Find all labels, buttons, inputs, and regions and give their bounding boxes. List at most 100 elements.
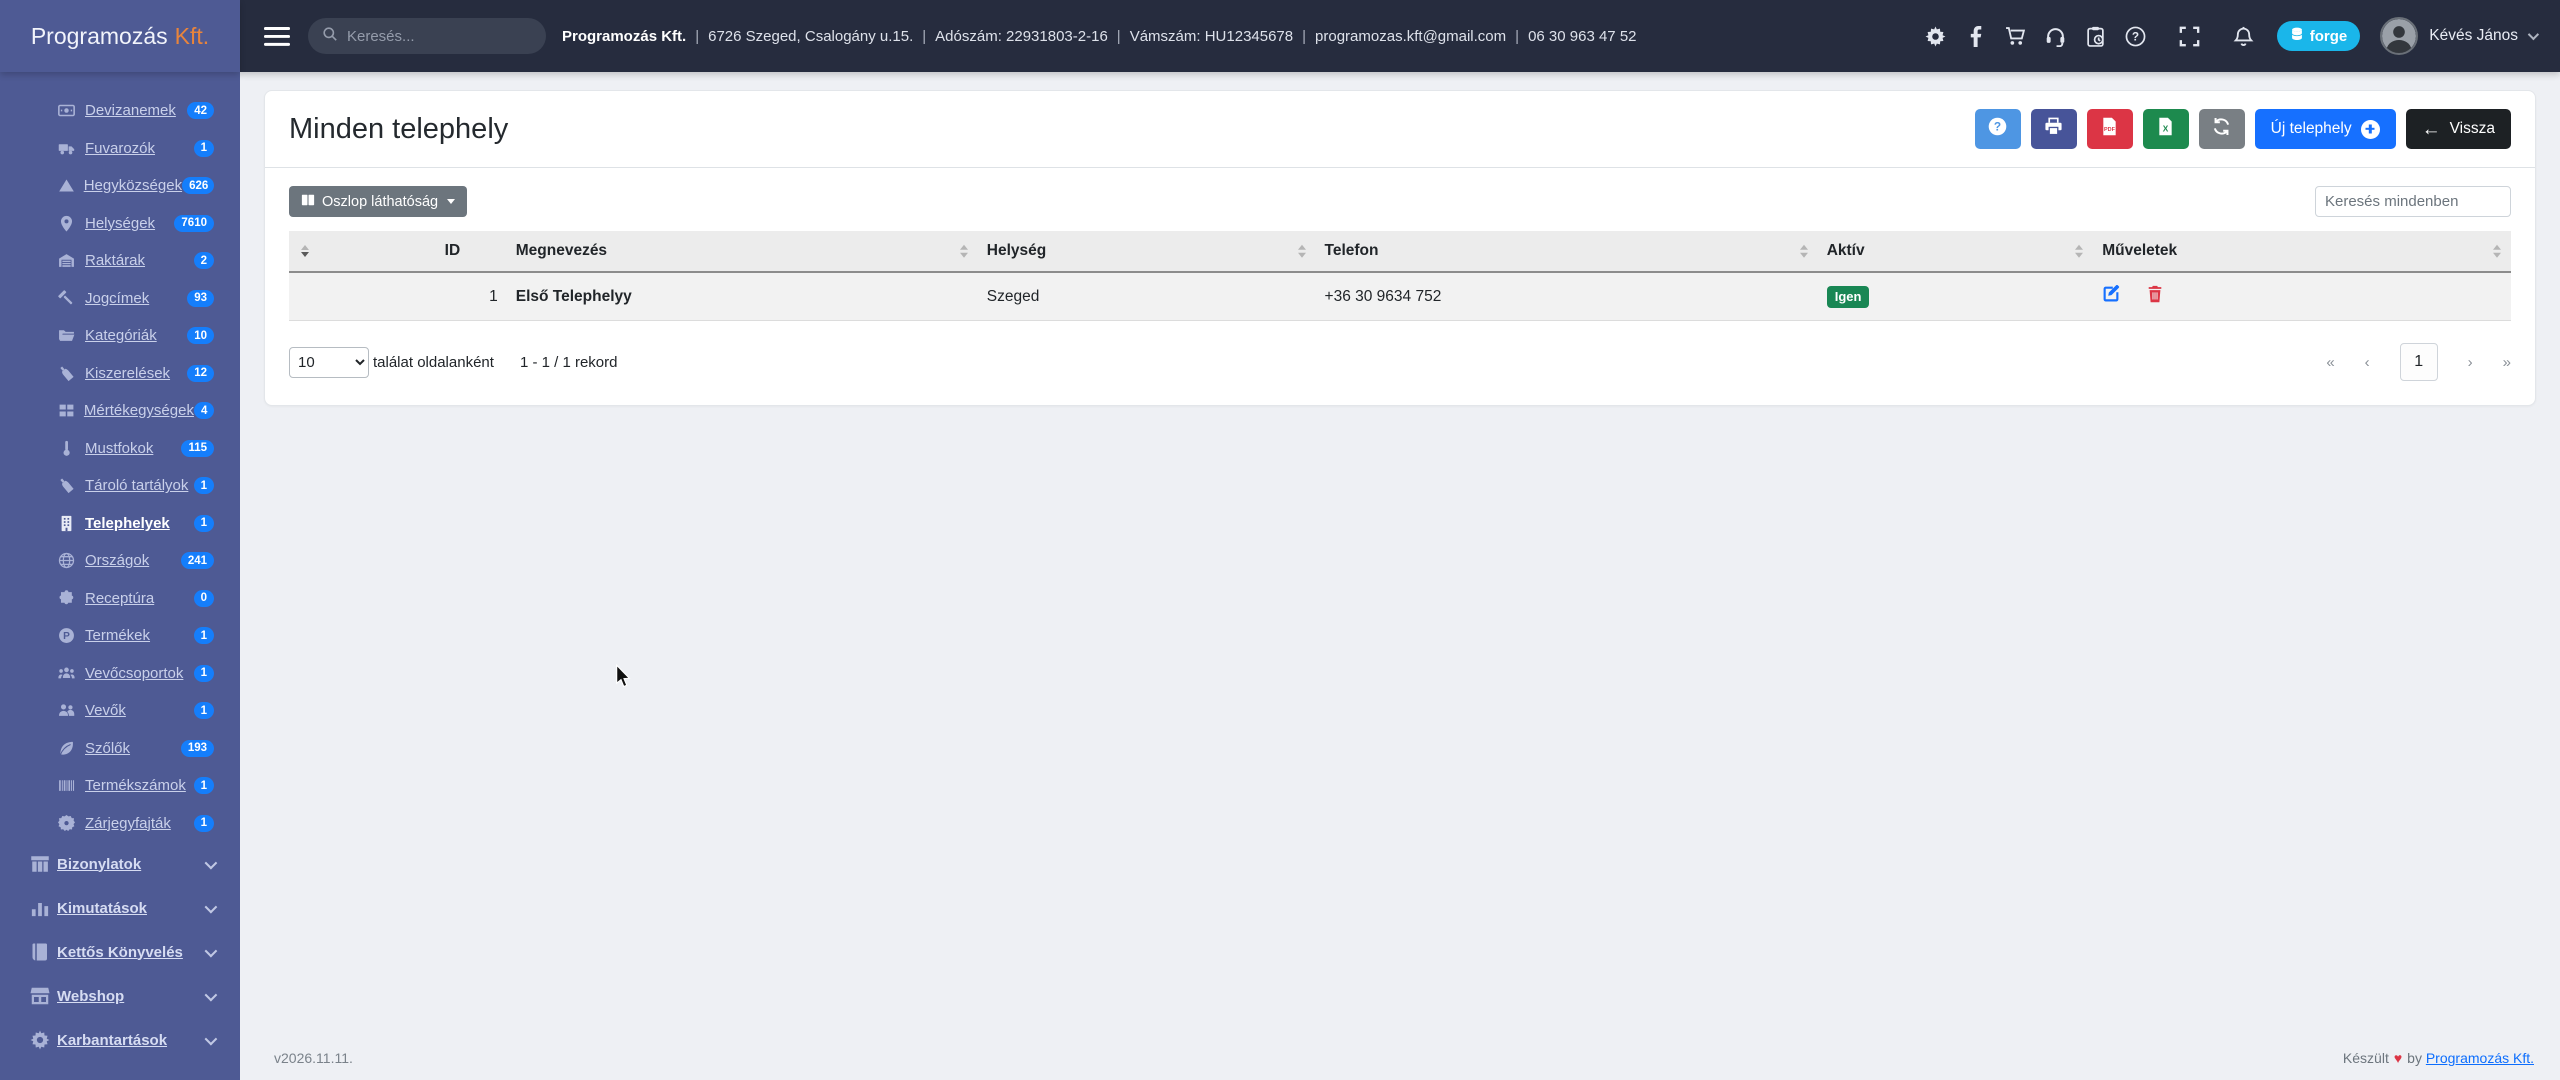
sidebar-item-mertekegysegek[interactable]: Mértékegységek 4 <box>0 392 240 430</box>
sidebar-item-jogcimek[interactable]: Jogcímek 93 <box>0 280 240 318</box>
sidebar-item-vevocsoportok[interactable]: Vevőcsoportok 1 <box>0 655 240 693</box>
company-link[interactable]: Programozás Kft. <box>2426 1050 2534 1066</box>
sort-icon[interactable] <box>1297 244 1306 258</box>
bar-chart-icon <box>30 899 50 917</box>
brand-name: Programozás <box>30 22 168 49</box>
sidebar-group-karbantartasok[interactable]: Karbantartások <box>0 1018 240 1062</box>
cart-icon[interactable] <box>2005 25 2027 47</box>
sidebar-group-label: Bizonylatok <box>57 855 142 873</box>
company-info-segment: Adószám: 22931803-2-16 <box>935 27 1108 45</box>
svg-text:PDF: PDF <box>2104 127 2116 133</box>
column-visibility-button[interactable]: Oszlop láthatóság <box>289 186 468 217</box>
user-menu[interactable]: Kévés János <box>2429 27 2540 45</box>
avatar[interactable] <box>2380 17 2419 55</box>
gavel-icon <box>58 289 78 307</box>
column-header-aktiv[interactable]: Aktív <box>1817 231 2094 273</box>
sidebar-group-label: Webshop <box>57 987 125 1005</box>
sidebar-item-label: Termékek <box>85 627 151 645</box>
app-window: Programozás Kft. Devizanemek 42 Fuvarozók 1… <box>0 0 2560 1080</box>
sort-column-header[interactable] <box>289 231 436 273</box>
forge-badge[interactable]: forge <box>2276 21 2361 51</box>
sidebar-item-zarjegyfajtak[interactable]: Zárjegyfajták 1 <box>0 805 240 843</box>
fullscreen-icon[interactable] <box>2179 25 2201 47</box>
headset-icon[interactable] <box>2045 25 2067 47</box>
sidebar-item-orszagok[interactable]: Országok 241 <box>0 542 240 580</box>
help-button[interactable]: ? <box>1974 109 2021 149</box>
first-page-button[interactable]: « <box>2326 354 2334 371</box>
sidebar-item-label: Vevők <box>85 702 126 720</box>
count-badge: 4 <box>193 402 214 420</box>
bell-icon[interactable] <box>2233 25 2255 47</box>
last-page-button[interactable]: » <box>2503 354 2511 371</box>
column-header-megnevezes[interactable]: Megnevezés <box>506 231 978 273</box>
sidebar-group-kettos-konyveles[interactable]: Kettős Könyvelés <box>0 930 240 974</box>
refresh-button[interactable] <box>2198 109 2245 149</box>
sidebar-group-webshop[interactable]: Webshop <box>0 974 240 1018</box>
gear-icon[interactable] <box>1925 25 1947 47</box>
sidebar-nav: Devizanemek 42 Fuvarozók 1 Hegyközségek 626 He… <box>0 72 240 1080</box>
book-icon <box>30 943 50 961</box>
chevron-down-icon <box>204 988 218 1001</box>
sidebar-item-label: Raktárak <box>85 252 146 270</box>
brand[interactable]: Programozás Kft. <box>0 0 240 72</box>
sidebar-item-termekszamok[interactable]: Termékszámok 1 <box>0 767 240 805</box>
users-group-icon <box>58 664 78 682</box>
export-pdf-button[interactable]: PDF <box>2086 109 2133 149</box>
sidebar-item-termekek[interactable]: P Termékek 1 <box>0 617 240 655</box>
sort-icon[interactable] <box>301 244 309 258</box>
help-circle-icon[interactable]: ? <box>2125 25 2147 47</box>
top-navbar: Programozás Kft. | 6726 Szeged, Csalogány … <box>240 0 2560 72</box>
sort-icon[interactable] <box>1799 244 1808 258</box>
edit-icon[interactable] <box>2102 284 2120 308</box>
company-name: Programozás Kft. <box>562 27 687 45</box>
sidebar-item-helysegek[interactable]: Helységek 7610 <box>0 205 240 243</box>
svg-text:P: P <box>63 631 70 642</box>
column-header-muveletek[interactable]: Műveletek <box>2093 231 2511 273</box>
sidebar-item-receptura[interactable]: Receptúra 0 <box>0 580 240 618</box>
sidebar-group-bizonylatok[interactable]: Bizonylatok <box>0 842 240 886</box>
current-page-button[interactable]: 1 <box>2399 343 2438 381</box>
sidebar-item-hegykozsegek[interactable]: Hegyközségek 626 <box>0 167 240 205</box>
banknote-icon <box>58 102 78 120</box>
gear-side-icon <box>30 1030 50 1050</box>
sidebar-item-kiszerelesek[interactable]: Kiszerelések 12 <box>0 355 240 393</box>
sort-icon[interactable] <box>2493 244 2501 258</box>
column-header-telefon[interactable]: Telefon <box>1315 231 1818 273</box>
table-row[interactable]: 1 Első Telephelyy Szeged +36 30 9634 752… <box>289 272 2511 321</box>
sidebar-item-raktarak[interactable]: Raktárak 2 <box>0 242 240 280</box>
sort-icon[interactable] <box>959 244 968 258</box>
count-badge: 7610 <box>174 214 214 232</box>
global-search[interactable] <box>308 18 546 54</box>
count-badge: 12 <box>187 364 214 382</box>
sidebar-item-label: Országok <box>85 552 150 570</box>
row-phone: +36 30 9634 752 <box>1315 272 1818 321</box>
prev-page-button[interactable]: ‹ <box>2365 354 2370 371</box>
facebook-icon[interactable] <box>1965 25 1987 47</box>
delete-icon[interactable] <box>2146 285 2164 308</box>
sidebar-item-fuvarozok[interactable]: Fuvarozók 1 <box>0 130 240 168</box>
sidebar-item-telephelyek[interactable]: Telephelyek 1 <box>0 505 240 543</box>
page-size-select[interactable]: 10 <box>289 346 369 378</box>
print-button[interactable] <box>2030 109 2077 149</box>
column-header-id[interactable]: ID <box>435 231 507 273</box>
next-page-button[interactable]: › <box>2468 354 2473 371</box>
hamburger-menu-icon[interactable] <box>264 26 290 46</box>
sidebar-item-devizanemek[interactable]: Devizanemek 42 <box>0 92 240 130</box>
sidebar-item-label: Tároló tartályok <box>85 477 189 495</box>
sidebar-item-tarolo-tartalyok[interactable]: Tároló tartályok 1 <box>0 467 240 505</box>
export-excel-button[interactable]: X <box>2142 109 2189 149</box>
sort-icon[interactable] <box>2075 244 2084 258</box>
sidebar-item-label: Hegyközségek <box>83 177 183 195</box>
back-button[interactable]: ← Vissza <box>2405 109 2511 149</box>
count-badge: 1 <box>193 777 214 795</box>
sidebar-item-mustfokok[interactable]: Mustfokok 115 <box>0 430 240 468</box>
column-header-helyseg[interactable]: Helység <box>977 231 1316 273</box>
sidebar-item-kategoriak[interactable]: Kategóriák 10 <box>0 317 240 355</box>
clipboard-clock-icon[interactable] <box>2085 25 2107 47</box>
sidebar-item-vevok[interactable]: Vevők 1 <box>0 692 240 730</box>
global-search-input[interactable] <box>347 27 517 45</box>
new-telephely-button[interactable]: Új telephely <box>2254 109 2396 149</box>
sidebar-group-kimutatasok[interactable]: Kimutatások <box>0 886 240 930</box>
sidebar-item-szolok[interactable]: Szőlők 193 <box>0 730 240 768</box>
table-search-input[interactable] <box>2315 186 2511 217</box>
